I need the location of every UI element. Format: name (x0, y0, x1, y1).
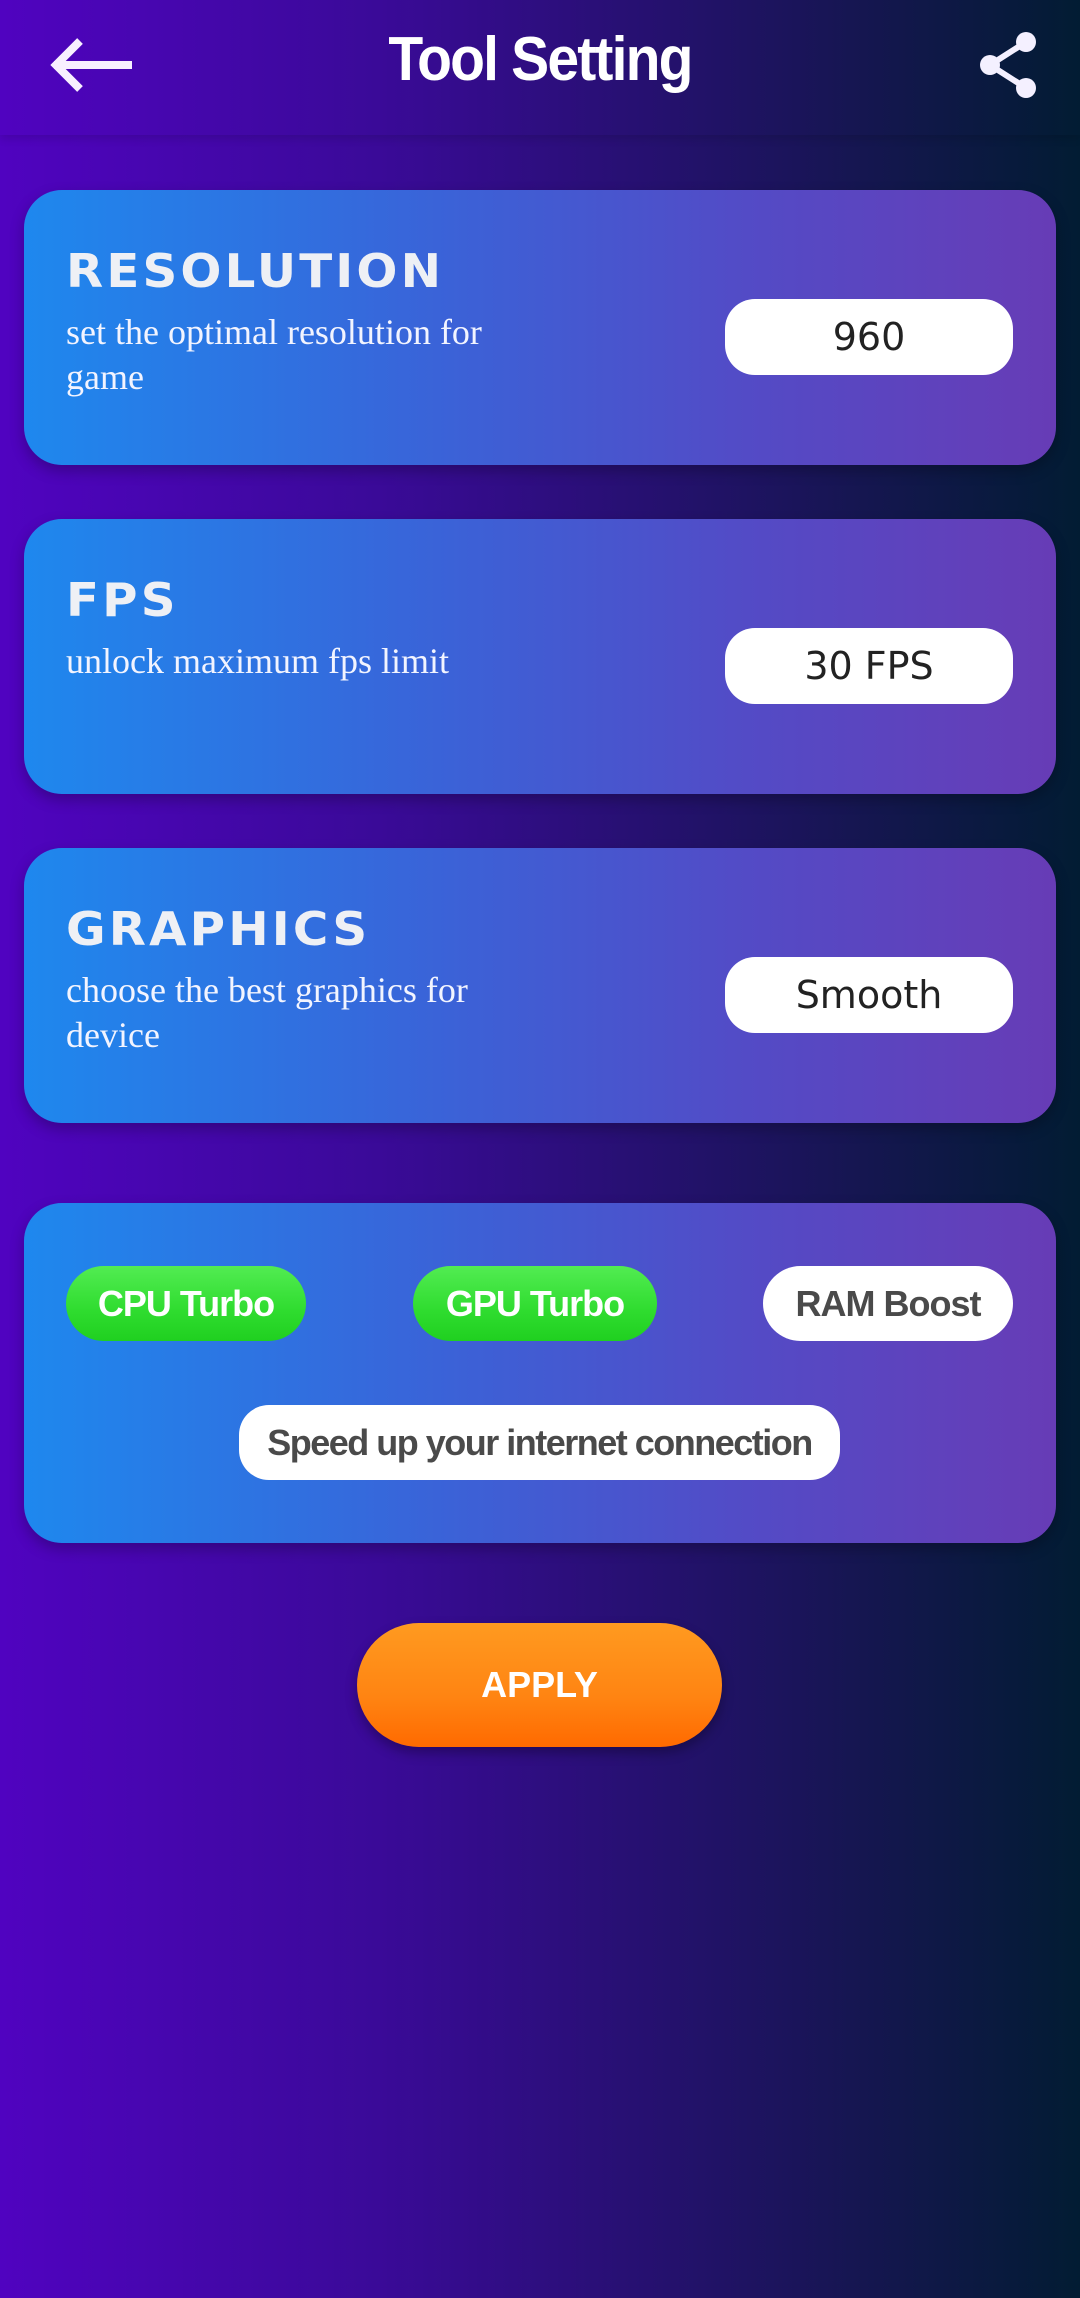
graphics-title: GRAPHICS (66, 902, 371, 956)
share-button[interactable] (978, 30, 1038, 100)
gpu-turbo-toggle[interactable]: GPU Turbo (413, 1266, 657, 1341)
graphics-description: choose the best graphics for device (66, 970, 468, 1055)
fps-description: unlock maximum fps limit (66, 641, 449, 681)
boost-card: CPU Turbo GPU Turbo RAM Boost Speed up y… (24, 1203, 1056, 1543)
resolution-description: set the optimal resolution for game (66, 312, 482, 397)
resolution-card: RESOLUTION set the optimal resolution fo… (24, 190, 1056, 465)
page-title: Tool Setting (388, 25, 693, 94)
share-icon (980, 32, 1036, 98)
ram-boost-toggle[interactable]: RAM Boost (763, 1266, 1013, 1341)
fps-title: FPS (66, 573, 179, 627)
resolution-title: RESOLUTION (66, 244, 445, 298)
fps-card: FPS unlock maximum fps limit 30 FPS (24, 519, 1056, 794)
graphics-value-button[interactable]: Smooth (725, 957, 1013, 1033)
internet-speed-toggle[interactable]: Speed up your internet connection (239, 1405, 840, 1480)
cpu-turbo-toggle[interactable]: CPU Turbo (66, 1266, 306, 1341)
app-header: Tool Setting (0, 0, 1080, 135)
graphics-card: GRAPHICS choose the best graphics for de… (24, 848, 1056, 1123)
fps-value-button[interactable]: 30 FPS (725, 628, 1013, 704)
resolution-value-button[interactable]: 960 (725, 299, 1013, 375)
apply-button[interactable]: APPLY (357, 1623, 722, 1747)
